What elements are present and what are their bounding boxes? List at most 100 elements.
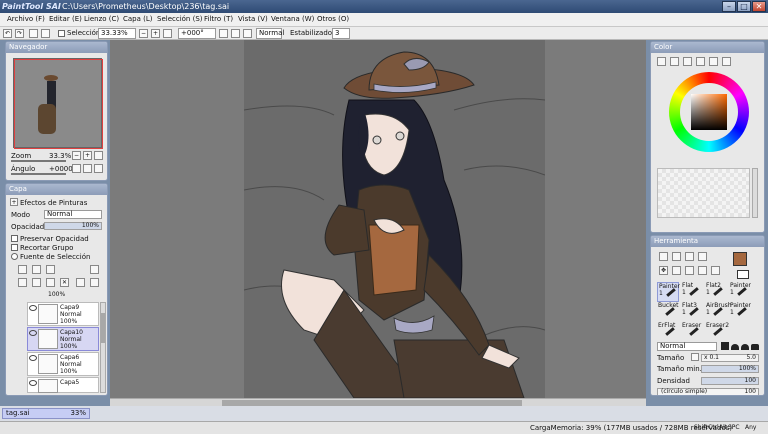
artboard[interactable]: [243, 40, 546, 398]
brush-eraser2[interactable]: Eraser2: [705, 322, 729, 342]
new-linework-layer-icon[interactable]: [32, 265, 41, 274]
scratchpad-tab-icon[interactable]: [722, 57, 731, 66]
rotate-tool-icon[interactable]: [685, 266, 694, 275]
brush-painter-2[interactable]: Painter 1: [729, 282, 751, 302]
layer-scrollbar[interactable]: [100, 302, 106, 393]
close-button[interactable]: ✕: [752, 1, 766, 12]
brush-painter-1[interactable]: Painter 1: [657, 282, 680, 302]
menu-filtro[interactable]: Filtro (T): [204, 15, 233, 23]
gradient-slider-tab-icon[interactable]: [696, 57, 705, 66]
new-folder-icon[interactable]: [46, 265, 55, 274]
brush-edge-presets[interactable]: [721, 342, 761, 351]
edge-preset-icon[interactable]: [731, 344, 739, 350]
menu-seleccion[interactable]: Selección (S): [157, 15, 203, 23]
menu-editar[interactable]: Editar (E): [49, 15, 82, 23]
zoom-reset-icon[interactable]: [163, 29, 172, 38]
edge-preset-icon[interactable]: [751, 344, 759, 350]
nav-zoom-slider[interactable]: [11, 160, 66, 162]
primary-color-swatch[interactable]: [733, 252, 747, 266]
hand-tool-icon[interactable]: [698, 266, 707, 275]
brush-shape-select[interactable]: (círculo simple) 100: [657, 388, 759, 395]
redo-icon[interactable]: ↷: [15, 29, 24, 38]
layer-mask-icon[interactable]: [90, 265, 99, 274]
maximize-button[interactable]: □: [737, 1, 751, 12]
pin-icon[interactable]: [90, 278, 99, 287]
swatch-tab-icon[interactable]: [709, 57, 718, 66]
eye-icon[interactable]: [29, 330, 37, 336]
rotation-field[interactable]: +000°: [178, 28, 216, 39]
minimize-button[interactable]: –: [722, 1, 736, 12]
layer-opacity-slider[interactable]: 100%: [44, 222, 102, 230]
layer-mode-select[interactable]: Normal: [44, 210, 102, 219]
blend-mode-select[interactable]: Normal: [256, 28, 284, 39]
menu-otros[interactable]: Otros (O): [317, 15, 349, 23]
layer-scrollbar-thumb[interactable]: [101, 313, 105, 343]
color-wheel-tab-icon[interactable]: [657, 57, 666, 66]
stabilizer-select[interactable]: 3: [332, 28, 350, 39]
brush-painter-3[interactable]: Painter 1: [729, 302, 751, 322]
edge-preset-icon[interactable]: [721, 342, 729, 350]
zoom-in-icon[interactable]: +: [151, 29, 160, 38]
invert-selection-icon[interactable]: [41, 29, 50, 38]
density-slider[interactable]: 100: [701, 377, 759, 385]
layer-item[interactable]: Capa5: [27, 377, 99, 393]
nav-zoom-out-icon[interactable]: −: [72, 151, 81, 160]
selection-source-checkbox[interactable]: [11, 253, 18, 260]
rgb-slider-tab-icon[interactable]: [670, 57, 679, 66]
size-slider[interactable]: x 0.1 5.0: [701, 354, 759, 362]
new-layer-icon[interactable]: [18, 265, 27, 274]
brush-eraser[interactable]: Eraser: [681, 322, 703, 342]
brush-mode-select[interactable]: Normal: [657, 342, 717, 351]
eye-icon[interactable]: [29, 380, 37, 386]
brush-flat3[interactable]: Flat3 1: [681, 302, 703, 322]
rotate-left-icon[interactable]: [219, 29, 228, 38]
size-lock-icon[interactable]: [691, 353, 699, 361]
lasso-select-icon[interactable]: [672, 252, 681, 261]
clip-group-checkbox[interactable]: [11, 244, 18, 251]
nav-zoom-in-icon[interactable]: +: [83, 151, 92, 160]
brush-flat[interactable]: Flat 1: [681, 282, 703, 302]
deselect-icon[interactable]: [29, 29, 38, 38]
nav-angle-slider[interactable]: [11, 173, 66, 175]
selection-checkbox[interactable]: [58, 30, 65, 37]
clear-layer-icon[interactable]: [46, 278, 55, 287]
move-icon[interactable]: ✥: [659, 266, 668, 275]
menu-vista[interactable]: Vista (V): [238, 15, 268, 23]
preserve-opacity-checkbox[interactable]: [11, 235, 18, 242]
layer-item[interactable]: Capa6 Normal 100%: [27, 352, 99, 376]
lock-icon[interactable]: [76, 278, 85, 287]
merge-down-icon[interactable]: [32, 278, 41, 287]
brush-bucket[interactable]: Bucket: [657, 302, 679, 322]
nav-zoom-reset-icon[interactable]: [94, 151, 103, 160]
delete-layer-icon[interactable]: ✕: [60, 278, 69, 287]
zoom-out-icon[interactable]: −: [139, 29, 148, 38]
hue-wheel[interactable]: [669, 72, 749, 152]
saturation-value-square[interactable]: [691, 94, 727, 130]
effects-expand-icon[interactable]: +: [10, 198, 18, 206]
secondary-color-swatch[interactable]: [737, 270, 749, 279]
color-scratchpad[interactable]: [657, 168, 750, 218]
nav-rotate-left-icon[interactable]: [72, 164, 81, 173]
min-size-slider[interactable]: 100%: [701, 365, 759, 373]
zoom-field[interactable]: 33.33%: [98, 28, 136, 39]
canvas-scrollbar[interactable]: [110, 398, 646, 406]
navigator-preview[interactable]: [13, 58, 103, 149]
nav-rotate-reset-icon[interactable]: [94, 164, 103, 173]
eye-icon[interactable]: [29, 355, 37, 361]
menu-capa[interactable]: Capa (L): [123, 15, 153, 23]
hsv-slider-tab-icon[interactable]: [683, 57, 692, 66]
edge-preset-icon[interactable]: [741, 344, 749, 350]
canvas-area[interactable]: [110, 40, 646, 398]
zoom-tool-icon[interactable]: [672, 266, 681, 275]
eyedropper-icon[interactable]: [711, 266, 720, 275]
undo-icon[interactable]: ↶: [3, 29, 12, 38]
document-tab[interactable]: tag.sai 33%: [2, 408, 90, 419]
rotate-right-icon[interactable]: [231, 29, 240, 38]
scratchpad-scrollbar[interactable]: [752, 168, 758, 218]
menu-ventana[interactable]: Ventana (W): [271, 15, 314, 23]
brush-airbrush[interactable]: AirBrush 1: [705, 302, 732, 322]
navigator-viewport[interactable]: [14, 59, 103, 149]
rect-select-icon[interactable]: [659, 252, 668, 261]
nav-rotate-right-icon[interactable]: [83, 164, 92, 173]
transfer-down-icon[interactable]: [18, 278, 27, 287]
